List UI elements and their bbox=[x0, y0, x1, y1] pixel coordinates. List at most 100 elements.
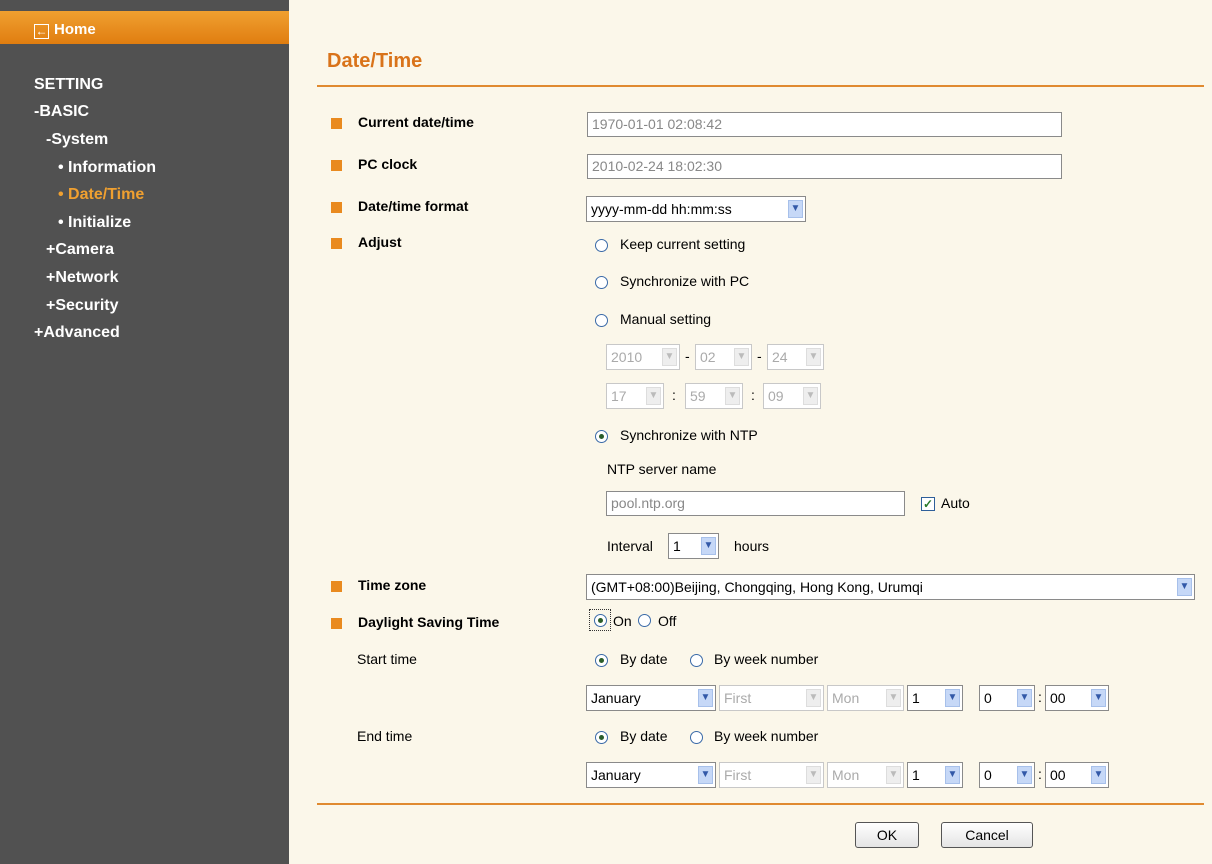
chevron-down-icon: ▼ bbox=[1017, 689, 1032, 707]
start-weekday-value: Mon bbox=[832, 690, 860, 706]
sync-ntp-radio[interactable] bbox=[595, 430, 608, 443]
end-minute-value: 00 bbox=[1050, 767, 1066, 783]
nav-security[interactable]: +Security bbox=[46, 297, 118, 315]
manual-second-select[interactable]: 09 ▼ bbox=[763, 383, 821, 409]
ntp-server-input[interactable]: pool.ntp.org bbox=[606, 491, 905, 516]
end-by-week-radio[interactable] bbox=[690, 731, 703, 744]
end-weekday-value: Mon bbox=[832, 767, 860, 783]
dst-on-label: On bbox=[613, 613, 632, 629]
current-datetime-label: Current date/time bbox=[358, 114, 474, 130]
end-day-select[interactable]: 1 ▼ bbox=[907, 762, 963, 788]
end-hour-value: 0 bbox=[984, 767, 992, 783]
interval-select[interactable]: 1 ▼ bbox=[668, 533, 719, 559]
start-by-date-radio[interactable] bbox=[595, 654, 608, 667]
manual-year-select[interactable]: 2010 ▼ bbox=[606, 344, 680, 370]
home-link[interactable]: Home bbox=[54, 21, 96, 38]
manual-month-value: 02 bbox=[700, 349, 716, 365]
start-month-value: January bbox=[591, 690, 641, 706]
pc-clock-field: 2010-02-24 18:02:30 bbox=[587, 154, 1062, 179]
bullet-icon bbox=[331, 581, 342, 592]
manual-minute-select[interactable]: 59 ▼ bbox=[685, 383, 743, 409]
ntp-server-label: NTP server name bbox=[607, 461, 717, 477]
nav-basic[interactable]: -BASIC bbox=[34, 103, 89, 121]
end-week-value: First bbox=[724, 767, 752, 783]
bullet-icon bbox=[331, 160, 342, 171]
sync-pc-radio[interactable] bbox=[595, 276, 608, 289]
chevron-down-icon: ▼ bbox=[1177, 578, 1192, 596]
manual-day-select[interactable]: 24 ▼ bbox=[767, 344, 824, 370]
end-by-date-label: By date bbox=[620, 728, 668, 744]
time-zone-label: Time zone bbox=[358, 577, 427, 593]
chevron-down-icon: ▼ bbox=[1091, 689, 1106, 707]
start-by-week-radio[interactable] bbox=[690, 654, 703, 667]
end-weekday-select[interactable]: Mon ▼ bbox=[827, 762, 904, 788]
chevron-down-icon: ▼ bbox=[806, 766, 821, 784]
time-zone-select[interactable]: (GMT+08:00)Beijing, Chongqing, Hong Kong… bbox=[586, 574, 1195, 600]
manual-hour-select[interactable]: 17 ▼ bbox=[606, 383, 664, 409]
bottom-divider bbox=[317, 803, 1204, 805]
start-week-select[interactable]: First ▼ bbox=[719, 685, 824, 711]
chevron-down-icon: ▼ bbox=[806, 348, 821, 366]
interval-unit: hours bbox=[734, 538, 770, 554]
chevron-down-icon: ▼ bbox=[945, 766, 960, 784]
back-arrow-icon[interactable]: ← bbox=[34, 24, 49, 39]
end-month-value: January bbox=[591, 767, 641, 783]
start-day-select[interactable]: 1 ▼ bbox=[907, 685, 963, 711]
keep-current-radio[interactable] bbox=[595, 239, 608, 252]
end-by-week-label: By week number bbox=[714, 728, 819, 744]
pc-clock-label: PC clock bbox=[358, 156, 418, 172]
end-hour-select[interactable]: 0 ▼ bbox=[979, 762, 1035, 788]
start-minute-select[interactable]: 00 ▼ bbox=[1045, 685, 1109, 711]
end-minute-select[interactable]: 00 ▼ bbox=[1045, 762, 1109, 788]
chevron-down-icon: ▼ bbox=[886, 689, 901, 707]
chevron-down-icon: ▼ bbox=[1091, 766, 1106, 784]
datetime-format-label: Date/time format bbox=[358, 198, 469, 214]
datetime-format-value: yyyy-mm-dd hh:mm:ss bbox=[591, 201, 732, 217]
keep-current-label: Keep current setting bbox=[620, 236, 746, 252]
nav-setting: SETTING bbox=[34, 76, 104, 93]
start-by-week-label: By week number bbox=[714, 651, 819, 667]
nav-system[interactable]: -System bbox=[46, 131, 108, 149]
nav-camera[interactable]: +Camera bbox=[46, 241, 114, 259]
manual-month-select[interactable]: 02 ▼ bbox=[695, 344, 752, 370]
time-zone-value: (GMT+08:00)Beijing, Chongqing, Hong Kong… bbox=[591, 579, 923, 595]
datetime-format-select[interactable]: yyyy-mm-dd hh:mm:ss ▼ bbox=[586, 196, 806, 222]
start-time-label: Start time bbox=[357, 651, 417, 667]
cancel-button[interactable]: Cancel bbox=[941, 822, 1033, 848]
ok-button[interactable]: OK bbox=[855, 822, 919, 848]
chevron-down-icon: ▼ bbox=[886, 766, 901, 784]
start-by-date-label: By date bbox=[620, 651, 668, 667]
start-hour-select[interactable]: 0 ▼ bbox=[979, 685, 1035, 711]
interval-value: 1 bbox=[673, 538, 681, 554]
interval-label: Interval bbox=[607, 538, 653, 554]
end-week-select[interactable]: First ▼ bbox=[719, 762, 824, 788]
bullet-icon bbox=[331, 118, 342, 129]
auto-checkbox[interactable]: ✓ bbox=[921, 497, 935, 511]
chevron-down-icon: ▼ bbox=[701, 537, 716, 555]
manual-setting-radio[interactable] bbox=[595, 314, 608, 327]
end-by-date-radio[interactable] bbox=[595, 731, 608, 744]
end-month-select[interactable]: January ▼ bbox=[586, 762, 716, 788]
chevron-down-icon: ▼ bbox=[698, 766, 713, 784]
nav-initialize[interactable]: • Initialize bbox=[58, 214, 131, 232]
end-day-value: 1 bbox=[912, 767, 920, 783]
nav-advanced[interactable]: +Advanced bbox=[34, 324, 120, 342]
date-separator: - bbox=[757, 348, 762, 364]
nav-information[interactable]: • Information bbox=[58, 159, 156, 177]
sync-ntp-label: Synchronize with NTP bbox=[620, 427, 758, 443]
dst-on-radio[interactable] bbox=[594, 614, 607, 627]
chevron-down-icon: ▼ bbox=[734, 348, 749, 366]
dst-label: Daylight Saving Time bbox=[358, 614, 500, 630]
dst-off-radio[interactable] bbox=[638, 614, 651, 627]
start-weekday-select[interactable]: Mon ▼ bbox=[827, 685, 904, 711]
nav-datetime[interactable]: • Date/Time bbox=[58, 186, 144, 204]
bullet-icon bbox=[331, 618, 342, 629]
time-separator: : bbox=[672, 387, 676, 403]
manual-minute-value: 59 bbox=[690, 388, 706, 404]
start-month-select[interactable]: January ▼ bbox=[586, 685, 716, 711]
start-day-value: 1 bbox=[912, 690, 920, 706]
adjust-label: Adjust bbox=[358, 234, 402, 250]
start-hour-value: 0 bbox=[984, 690, 992, 706]
main-panel: Date/Time Current date/time 1970-01-01 0… bbox=[289, 0, 1212, 864]
nav-network[interactable]: +Network bbox=[46, 269, 118, 287]
